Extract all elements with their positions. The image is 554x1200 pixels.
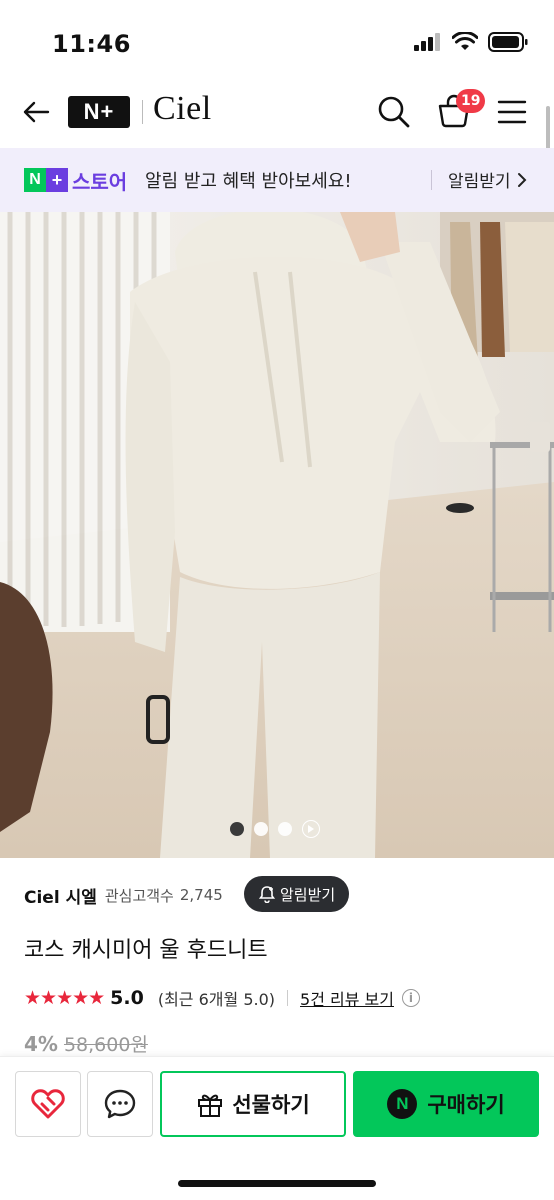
cart-count-badge: 19 bbox=[456, 89, 486, 113]
gift-label: 선물하기 bbox=[232, 1093, 310, 1117]
battery-icon bbox=[488, 32, 528, 52]
carousel-play-button[interactable] bbox=[302, 820, 320, 838]
status-time: 11:46 bbox=[52, 30, 131, 58]
store-info-row: Ciel 시엘 관심고객수 2,745 알림받기 bbox=[24, 876, 544, 914]
home-indicator[interactable] bbox=[178, 1180, 376, 1187]
hamburger-menu-icon bbox=[497, 100, 527, 124]
rating-recent: (최근 6개월 5.0) bbox=[157, 990, 276, 1009]
top-nav: N+ Ciel 19 bbox=[0, 80, 554, 146]
play-icon bbox=[308, 825, 314, 833]
wifi-icon bbox=[452, 32, 478, 50]
review-link[interactable]: 5건 리뷰 보기 bbox=[300, 986, 394, 1010]
product-title: 코스 캐시미어 울 후드니트 bbox=[24, 938, 268, 963]
product-photo bbox=[0, 212, 554, 858]
follower-count: 2,745 bbox=[179, 886, 223, 904]
product-image-carousel[interactable] bbox=[0, 212, 554, 858]
logo-divider bbox=[142, 100, 143, 124]
naver-plus-store-logo: N + bbox=[24, 168, 68, 192]
search-icon bbox=[378, 96, 410, 128]
store-alarm-label: 알림받기 bbox=[280, 885, 336, 904]
buy-label: 구매하기 bbox=[427, 1093, 505, 1117]
promo-text: 알림 받고 혜택 받아보세요! bbox=[145, 171, 352, 192]
price-row: 4% 58,600원 bbox=[24, 1030, 148, 1057]
status-icons bbox=[414, 32, 528, 52]
wishlist-button[interactable] bbox=[15, 1071, 81, 1137]
buy-button[interactable]: N 구매하기 bbox=[353, 1071, 539, 1137]
carousel-indicator bbox=[230, 820, 320, 838]
back-button[interactable] bbox=[18, 94, 54, 130]
carousel-dot-3[interactable] bbox=[278, 822, 292, 836]
gift-icon bbox=[198, 1094, 223, 1117]
heart-link-icon bbox=[31, 1089, 65, 1119]
carousel-dot-2[interactable] bbox=[254, 822, 268, 836]
chat-button[interactable] bbox=[87, 1071, 153, 1137]
brand-name[interactable]: Ciel bbox=[153, 90, 212, 128]
rating-stars: ★★★★★ bbox=[24, 987, 105, 1009]
promo-cta-label: 알림받기 bbox=[448, 172, 511, 192]
original-price: 58,600원 bbox=[63, 1034, 148, 1056]
chat-bubble-icon bbox=[104, 1089, 136, 1119]
signal-icon bbox=[414, 33, 440, 51]
chevron-right-icon bbox=[517, 172, 526, 187]
discount-rate: 4% bbox=[24, 1032, 58, 1056]
rating-row: ★★★★★ 5.0 (최근 6개월 5.0) 5건 리뷰 보기 i bbox=[24, 984, 420, 1012]
gift-button[interactable]: 선물하기 bbox=[160, 1071, 346, 1137]
logo-n: N bbox=[24, 168, 46, 192]
notification-promo-banner[interactable]: N + 스토어 알림 받고 혜택 받아보세요! 알림받기 bbox=[0, 148, 554, 212]
info-icon[interactable]: i bbox=[401, 989, 420, 1007]
promo-store-label: 스토어 bbox=[72, 170, 128, 194]
naver-plus-logo[interactable]: N+ bbox=[68, 96, 130, 128]
rating-value: 5.0 bbox=[110, 987, 144, 1009]
promo-subscribe-link[interactable]: 알림받기 bbox=[448, 167, 527, 192]
status-bar: 11:46 bbox=[0, 0, 554, 80]
bell-plus-icon bbox=[258, 886, 276, 903]
follower-label: 관심고객수 bbox=[104, 886, 174, 905]
menu-button[interactable] bbox=[496, 96, 528, 128]
bottom-action-bar: 선물하기 N 구매하기 bbox=[0, 1056, 554, 1200]
naver-pay-icon: N bbox=[387, 1089, 418, 1119]
promo-divider bbox=[431, 170, 432, 190]
search-button[interactable] bbox=[376, 94, 412, 130]
rating-divider bbox=[287, 990, 289, 1006]
carousel-dot-1[interactable] bbox=[230, 822, 244, 836]
logo-plus: + bbox=[46, 168, 68, 192]
store-alarm-button[interactable]: 알림받기 bbox=[244, 876, 350, 912]
arrow-left-icon bbox=[23, 101, 50, 123]
store-name[interactable]: Ciel 시엘 bbox=[24, 883, 97, 908]
